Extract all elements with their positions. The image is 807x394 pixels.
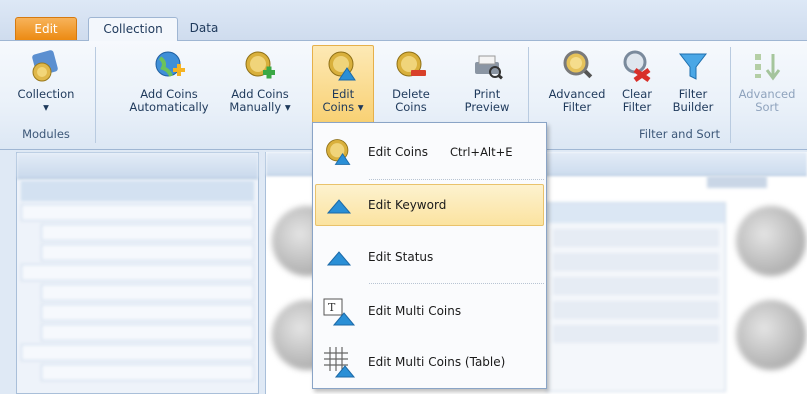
coin-thumbnail[interactable] [736,300,806,370]
menu-separator [369,179,544,180]
menu-item-shortcut: Ctrl+Alt+E [449,145,513,159]
advanced-sort-label-2: Sort [755,100,779,114]
menu-item-edit-keyword[interactable]: Edit Keyword [315,184,544,226]
menu-item-edit-status[interactable]: Edit Status [315,236,544,278]
records-indicator [707,176,767,188]
advanced-sort-button[interactable]: Advanced Sort [734,45,800,129]
tab-data[interactable]: Data [184,17,224,41]
print-preview-icon [475,55,503,80]
filter-builder-button[interactable]: Filter Builder [664,45,722,129]
menu-item-edit-multi-coins-table[interactable]: Edit Multi Coins (Table) [315,341,544,383]
quick-filter-header [17,153,258,179]
collection-button[interactable]: Collection ▾ [4,45,88,129]
coin-edit-icon [328,51,356,81]
coin-add-icon [245,51,275,79]
menu-separator [369,283,544,284]
filter-tree-row[interactable] [21,264,254,281]
add-coins-manually-button[interactable]: Add Coins Manually ▾ [222,45,298,129]
group-separator [95,47,96,143]
filter-tree-row[interactable] [41,284,254,301]
advanced-filter-button[interactable]: Advanced Filter [540,45,614,129]
delete-coins-button[interactable]: Delete Coins [380,45,442,129]
group-separator [730,47,731,143]
coin-thumbnail[interactable] [736,206,806,276]
edit-coins-dropdown-menu: Edit Coins Ctrl+Alt+E Edit Keyword Edit … [312,122,547,389]
delete-coins-label-2: Coins [395,100,427,114]
tab-edit[interactable]: Edit [15,17,77,40]
collection-icon [32,50,58,82]
add-auto-label-2: Automatically [129,100,209,114]
clear-filter-label-2: Filter [622,100,652,114]
coin-details-grid [546,202,726,392]
print-preview-button[interactable]: Print Preview [456,45,518,129]
edit-coins-label-2: Coins ▾ [322,100,364,114]
coin-edit-icon [322,135,356,169]
multi-coins-icon: T [322,294,356,328]
clear-filter-icon [623,50,651,83]
filter-tree-row[interactable] [41,364,254,381]
ribbon-tab-strip: Edit Collection Data [0,0,807,41]
add-coins-automatically-button[interactable]: Add Coins Automatically [122,45,216,129]
group-label-filter-sort: Filter and Sort [639,127,720,141]
menu-item-label: Edit Multi Coins (Table) [368,355,506,369]
table-icon [322,345,356,379]
sort-icon [755,54,781,81]
menu-item-edit-multi-coins[interactable]: T Edit Multi Coins [315,290,544,332]
print-preview-label-2: Preview [464,100,510,114]
globe-add-icon [155,51,185,77]
clear-filter-button[interactable]: Clear Filter [614,45,660,129]
status-icon [322,240,356,274]
funnel-icon [678,53,708,80]
edit-coins-button[interactable]: Edit Coins ▾ [312,45,374,129]
filter-tree-row[interactable] [41,224,254,241]
filter-tree-row[interactable] [41,324,254,341]
menu-item-label: Edit Coins [368,145,428,159]
filter-tree-row[interactable] [21,204,254,221]
quick-filter-subheader [21,181,254,201]
group-label-modules: Modules [22,127,70,141]
filter-tree-row[interactable] [41,304,254,321]
tab-collection[interactable]: Collection [88,17,178,41]
menu-item-edit-coins[interactable]: Edit Coins Ctrl+Alt+E [315,131,544,173]
quick-filter-pane [16,152,259,394]
add-manual-label-2: Manually ▾ [229,100,291,114]
collection-label-2: ▾ [43,100,49,114]
menu-item-label: Edit Status [368,250,434,264]
svg-text:T: T [328,301,336,314]
magnifier-icon [563,50,593,79]
filter-builder-label-2: Builder [672,100,714,114]
advanced-filter-label-2: Filter [562,100,592,114]
filter-tree-row[interactable] [41,244,254,261]
menu-item-label: Edit Keyword [368,198,447,212]
coin-delete-icon [396,51,426,77]
filter-tree-row[interactable] [21,344,254,361]
menu-item-label: Edit Multi Coins [368,304,462,318]
keyword-icon [322,188,356,222]
